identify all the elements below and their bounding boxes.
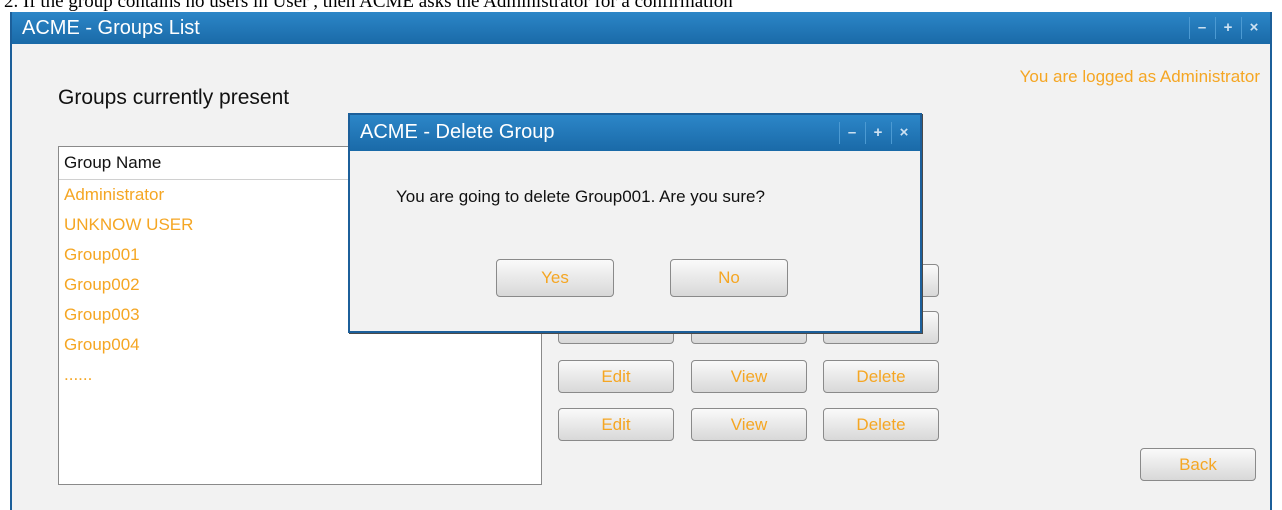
minimize-icon[interactable]: –	[839, 122, 864, 144]
view-button[interactable]: View	[691, 360, 807, 393]
window-title: ACME - Groups List	[22, 17, 200, 39]
delete-group-dialog: ACME - Delete Group – + × You are going …	[348, 113, 922, 333]
window-titlebar: ACME - Groups List – + ×	[12, 12, 1270, 44]
edit-button[interactable]: Edit	[558, 360, 674, 393]
list-item[interactable]: ......	[59, 360, 541, 390]
maximize-icon[interactable]: +	[1215, 17, 1240, 39]
yes-button[interactable]: Yes	[496, 259, 614, 297]
minimize-icon[interactable]: –	[1189, 17, 1214, 39]
groups-heading: Groups currently present	[58, 86, 290, 109]
close-icon[interactable]: ×	[1241, 17, 1266, 39]
dialog-titlebar: ACME - Delete Group – + ×	[350, 115, 920, 151]
logged-user-label: You are logged as Administrator	[1019, 67, 1260, 86]
dialog-title: ACME - Delete Group	[360, 121, 555, 143]
no-button[interactable]: No	[670, 259, 788, 297]
maximize-icon[interactable]: +	[865, 122, 890, 144]
delete-button[interactable]: Delete	[823, 360, 939, 393]
back-button[interactable]: Back	[1140, 448, 1256, 481]
view-button[interactable]: View	[691, 408, 807, 441]
delete-button[interactable]: Delete	[823, 408, 939, 441]
list-item[interactable]: Group004	[59, 330, 541, 360]
dialog-message: You are going to delete Group001. Are yo…	[396, 187, 765, 206]
close-icon[interactable]: ×	[891, 122, 916, 144]
edit-button[interactable]: Edit	[558, 408, 674, 441]
